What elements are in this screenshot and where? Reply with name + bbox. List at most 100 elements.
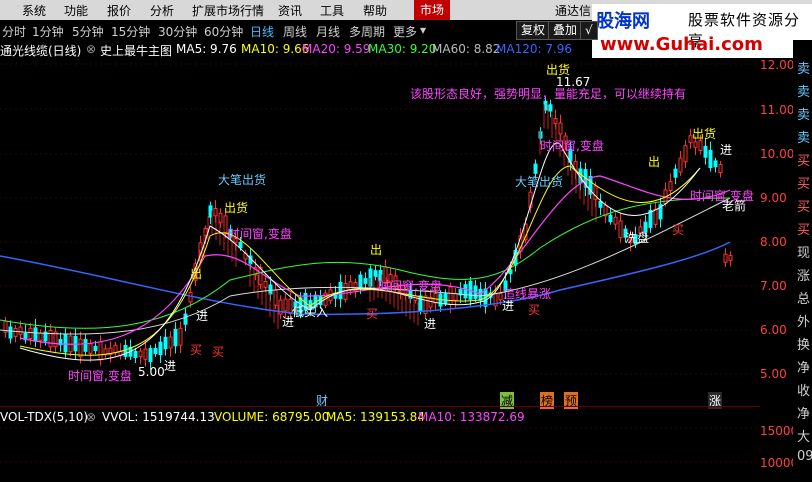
big-sell-label: 大笔出货 [218,172,266,187]
candle-body [83,339,88,352]
vvol-label: VVOL: 1519744.13 [102,410,215,424]
candle-body [113,344,118,353]
adjust-button[interactable]: 复权 [516,21,551,40]
menu-ext-market[interactable]: 扩展市场行情 [192,2,264,19]
chevron-down-icon[interactable]: ▾ [420,23,426,37]
candle-body [123,344,128,357]
out-label-right: 出 [648,155,660,169]
candle-body [553,117,558,125]
period-30min[interactable]: 30分钟 [158,23,197,40]
candle-body [533,163,538,174]
period-15min[interactable]: 15分钟 [111,23,150,40]
candle-body [673,168,678,178]
big-sell-label-2: 大笔出货 [515,174,563,189]
overlay-button[interactable]: 叠加 [548,21,583,40]
candle-body [653,208,658,225]
close-icon[interactable]: ⊗ [86,410,96,424]
candle-body [8,326,13,339]
info-bar: 通光线缆(日线) ⊗ 史上最牛主图 MA5: 9.76 MA10: 9.66 M… [0,40,572,59]
menu-quote[interactable]: 报价 [107,2,131,19]
candle-body [433,293,438,304]
kline-chart[interactable]: 该股形态良好，强势明显，量能充足，可以继续持有 11.67 出货 大笔出货 大笔… [0,58,760,392]
candle-body [428,297,433,308]
ma10-label: MA10: 9.66 [241,42,310,56]
price-tick-8: 8.00 [760,235,787,249]
candle-body [213,208,218,217]
ma5-label: MA5: 9.76 [176,42,237,56]
enter-label-3: 进 [424,317,436,331]
menu-market[interactable]: 市场 [414,0,451,20]
time-window-label-2: 时间窗,变盘 [228,226,292,241]
ma10-line [19,165,701,356]
buy-label-5: 买 [672,223,684,237]
side-label: 卖 [797,85,811,100]
candle-body [78,338,83,358]
period-timeshare[interactable]: 分时 [2,23,26,40]
high-price: 11.67 [556,75,590,89]
candle-body [668,181,673,191]
candle-body [548,104,553,112]
out-label-left: 出 [190,267,202,281]
candle-body [63,334,68,353]
menu-tools[interactable]: 工具 [320,2,344,19]
candle-body [28,327,33,339]
confirm-button[interactable]: √ [580,21,598,40]
period-1min[interactable]: 1分钟 [32,23,64,40]
side-label: 外 [797,315,811,330]
candle-body [263,281,268,288]
guhai-logo: 股海网 股票软件资源分享 www.Guhai.com [592,4,812,58]
volume-grid [0,427,760,463]
candle-body [133,350,138,359]
period-more[interactable]: 更多 [393,23,417,40]
close-icon[interactable]: ⊗ [86,42,96,56]
period-multi[interactable]: 多周期 [349,23,385,40]
period-toolbar: 分时 1分钟 5分钟 15分钟 30分钟 60分钟 日线 周线 月线 多周期 更… [0,20,598,40]
candle-body [453,292,458,302]
price-tick-9: 9.00 [760,191,787,205]
ma5-line [19,142,701,361]
side-label: 买 [797,154,811,169]
period-60min[interactable]: 60分钟 [204,23,243,40]
ma60-label: MA60: 8.82 [432,42,501,56]
side-label: 现 [797,246,811,261]
sell-label-top: 出货 [546,62,570,77]
menu-news[interactable]: 资讯 [278,2,302,19]
side-label: 大 [797,430,811,445]
period-daily[interactable]: 日线 [250,23,274,40]
candle-body [348,281,353,291]
period-weekly[interactable]: 周线 [283,23,307,40]
stock-title: 通光线缆(日线) [0,44,82,58]
side-label: 收 [797,384,811,399]
candle-body [683,145,688,163]
candle-body [448,286,453,306]
menu-function[interactable]: 功能 [64,2,88,19]
indicator-name[interactable]: 史上最牛主图 [100,42,172,59]
vol-ma5-label: MA5: 139153.84 [326,410,425,424]
candle-body [648,210,653,228]
candle-body [18,326,23,335]
price-tick-10: 10.00 [760,147,795,161]
price-tick-12: 12.00 [760,58,795,72]
time-window-label-1: 时间窗,变盘 [540,138,604,153]
period-monthly[interactable]: 月线 [316,23,340,40]
ma20-label: MA20: 9.59 [302,42,371,56]
menu-analysis[interactable]: 分析 [150,2,174,19]
period-5min[interactable]: 5分钟 [72,23,104,40]
candle-body [728,255,733,261]
candle-body [168,336,173,349]
candles [3,97,733,370]
comment-text: 该股形态良好，强势明显，量能充足，可以继续持有 [410,86,686,101]
out-label-mid: 出 [370,243,382,257]
candle-body [178,327,183,346]
menu-help[interactable]: 帮助 [363,2,387,19]
logo-title: 股海网 [596,11,650,32]
candle-body [703,145,708,158]
candle-body [173,328,178,347]
vol-indicator-name[interactable]: VOL-TDX(5,10) [0,410,88,424]
enter-label-right: 进 [720,143,732,157]
candle-body [358,274,363,290]
menu-system[interactable]: 系统 [22,2,46,19]
sell-label-right: 出货 [692,126,716,141]
sell-label: 出货 [224,200,248,215]
enter-label-1: 进 [196,309,208,323]
